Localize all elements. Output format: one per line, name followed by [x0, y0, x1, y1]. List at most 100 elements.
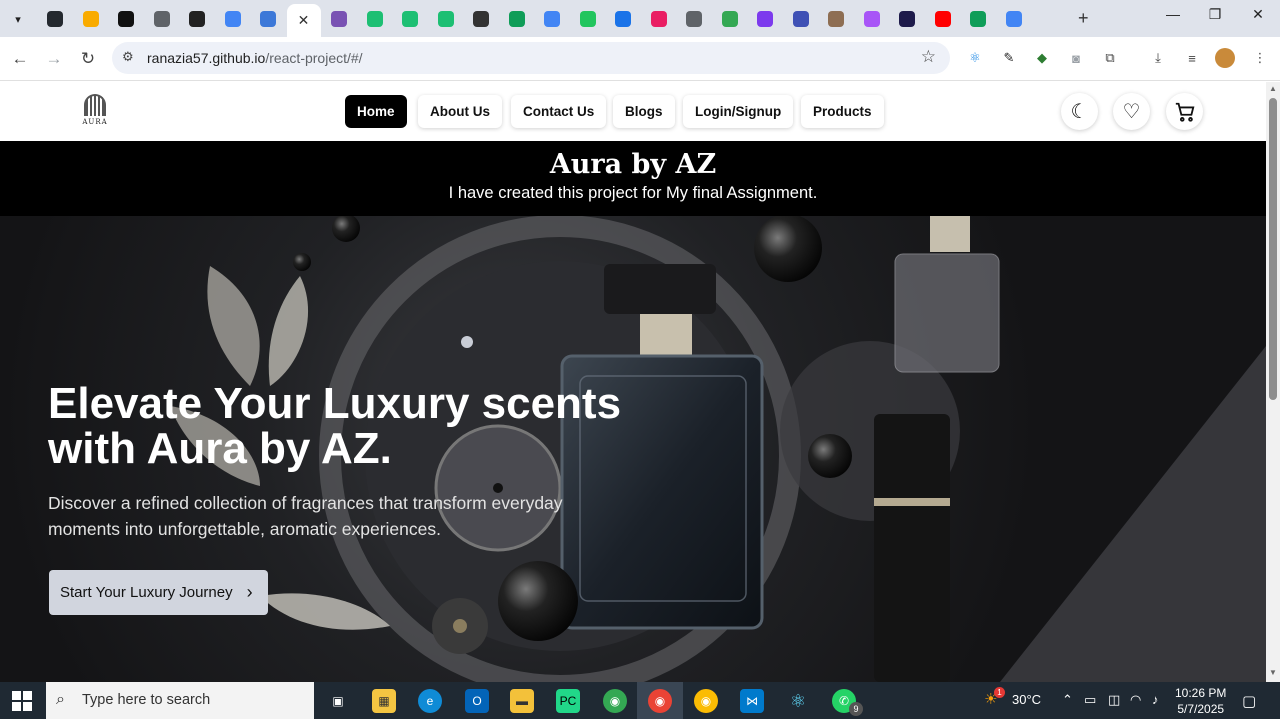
extension-gem-icon[interactable]: ◆	[1032, 48, 1052, 68]
volume-icon[interactable]: ♪	[1152, 692, 1159, 707]
browser-tab[interactable]	[145, 6, 179, 32]
browser-tab[interactable]	[748, 6, 782, 32]
nav-login-signup[interactable]: Login/Signup	[683, 95, 794, 128]
eyedropper-icon[interactable]: ✎	[999, 48, 1019, 68]
notifications-icon[interactable]: ▢	[1242, 692, 1256, 710]
address-bar[interactable]: ⚙ ranazia57.github.io/react-project/#/ ☆	[112, 42, 950, 74]
weather-badge: 1	[994, 687, 1005, 698]
browser-tab[interactable]	[180, 6, 214, 32]
vscode-web-icon	[260, 11, 276, 27]
nav-products[interactable]: Products	[801, 95, 884, 128]
weather-temperature[interactable]: 30°C	[1012, 692, 1041, 707]
website-viewport: AURA Home About Us Contact Us Blogs Logi…	[0, 82, 1266, 682]
browser-menu-icon[interactable]: ⋮	[1250, 48, 1270, 68]
browser-tab[interactable]	[535, 6, 569, 32]
url-text[interactable]: ranazia57.github.io/react-project/#/	[147, 50, 363, 66]
browser-tab[interactable]	[997, 6, 1031, 32]
bootstrap-icon	[331, 11, 347, 27]
nav-about-us[interactable]: About Us	[418, 95, 502, 128]
cta-label: Start Your Luxury Journey	[60, 584, 233, 601]
browser-tab-active[interactable]: ✕	[286, 4, 321, 37]
browser-tab[interactable]	[429, 6, 463, 32]
windows-start-icon[interactable]	[12, 691, 32, 711]
profile-avatar[interactable]	[1215, 48, 1235, 68]
wishlist-button[interactable]: ♡	[1113, 93, 1150, 130]
browser-tab[interactable]	[74, 6, 108, 32]
browser-tab[interactable]	[393, 6, 427, 32]
file-explorer-icon[interactable]: ▬	[510, 689, 534, 713]
browser-tab[interactable]	[500, 6, 534, 32]
site-info-icon[interactable]: ⚙	[122, 49, 134, 65]
nav-home[interactable]: Home	[345, 95, 407, 128]
wifi-icon[interactable]: ◠	[1130, 692, 1141, 708]
browser-tab[interactable]	[216, 6, 250, 32]
browser-tab[interactable]	[890, 6, 924, 32]
pycharm-icon[interactable]: PC	[556, 689, 580, 713]
browser-tab[interactable]	[38, 6, 72, 32]
close-tab-icon[interactable]: ✕	[298, 12, 310, 29]
microsoft-store-icon[interactable]: ▦	[372, 689, 396, 713]
browser-tab[interactable]	[677, 6, 711, 32]
reload-icon[interactable]: ↻	[78, 49, 98, 69]
scrollbar-thumb[interactable]	[1269, 98, 1277, 400]
start-journey-button[interactable]: Start Your Luxury Journey ›	[49, 570, 268, 615]
bookmark-star-icon[interactable]: ☆	[921, 47, 936, 67]
chrome-profile-2-icon[interactable]: ◉	[694, 689, 718, 713]
media-control-icon[interactable]: ≡	[1182, 48, 1202, 68]
browser-tab[interactable]	[109, 6, 143, 32]
chrome-icon[interactable]: ◉	[603, 689, 627, 713]
back-icon[interactable]: ←	[10, 49, 30, 69]
close-window-button[interactable]: ✕	[1243, 6, 1273, 23]
forward-icon[interactable]: →	[44, 49, 64, 69]
browser-tab[interactable]	[784, 6, 818, 32]
browser-tab[interactable]	[855, 6, 889, 32]
browser-tab[interactable]	[251, 6, 285, 32]
hero-section: Elevate Your Luxury scents with Aura by …	[0, 216, 1266, 682]
outlook-icon[interactable]: O	[465, 689, 489, 713]
aura-logo[interactable]: AURA	[78, 94, 112, 130]
battery-icon[interactable]: ▭	[1084, 692, 1096, 708]
browser-tab[interactable]	[642, 6, 676, 32]
browser-tab[interactable]	[571, 6, 605, 32]
browser-tab-strip: ▾ ✕ + — ❐ ✕	[0, 0, 1280, 37]
browser-tab[interactable]	[713, 6, 747, 32]
browser-tab[interactable]	[358, 6, 392, 32]
chrome-profile-icon[interactable]: ◉	[648, 689, 672, 713]
cart-button[interactable]	[1166, 93, 1203, 130]
maximize-button[interactable]: ❐	[1200, 6, 1230, 23]
tab-search-menu-button[interactable]: ▾	[6, 7, 30, 31]
taskbar-search-box[interactable]: ⌕ Type here to search	[46, 682, 314, 719]
extensions-puzzle-icon[interactable]: ⧉	[1100, 48, 1120, 68]
react-devtools-icon[interactable]: ⚛	[965, 48, 985, 68]
page-scrollbar[interactable]: ▲ ▼	[1266, 82, 1280, 682]
downloads-icon[interactable]: ⤓	[1148, 48, 1168, 68]
dots-arc-icon	[650, 11, 667, 27]
google-icon	[1005, 11, 1022, 27]
display-icon[interactable]: ◫	[1108, 692, 1120, 708]
react-icon[interactable]: ⚛	[786, 689, 810, 713]
nav-contact-us[interactable]: Contact Us	[511, 95, 607, 128]
browser-tab[interactable]	[926, 6, 960, 32]
new-tab-button[interactable]: +	[1078, 8, 1089, 29]
task-view-icon[interactable]: ▣	[326, 689, 350, 713]
camera-icon[interactable]: ◙	[1066, 48, 1086, 68]
browser-tab[interactable]	[606, 6, 640, 32]
vscode-icon[interactable]: ⋈	[740, 689, 764, 713]
browser-tab[interactable]	[322, 6, 356, 32]
scroll-down-arrow-icon[interactable]: ▼	[1269, 668, 1277, 677]
scroll-up-arrow-icon[interactable]: ▲	[1269, 84, 1277, 93]
minimize-button[interactable]: —	[1158, 6, 1188, 22]
browser-tab[interactable]	[464, 6, 498, 32]
github-icon	[47, 11, 63, 27]
edge-icon[interactable]: e	[418, 689, 442, 713]
cart-icon	[1175, 102, 1194, 122]
cloud-icon	[686, 11, 702, 27]
browser-tab[interactable]	[819, 6, 853, 32]
windows-taskbar: ⌕ Type here to search ▣ ▦ e O ▬ PC ◉ ◉ ◉…	[0, 682, 1280, 719]
url-path: /react-project/#/	[265, 50, 363, 66]
browser-tab[interactable]	[961, 6, 995, 32]
taskbar-clock[interactable]: 10:26 PM 5/7/2025	[1175, 685, 1226, 717]
theme-toggle-button[interactable]: ☾	[1061, 93, 1098, 130]
tray-chevron-up-icon[interactable]: ⌃	[1062, 692, 1073, 708]
nav-blogs[interactable]: Blogs	[613, 95, 675, 128]
